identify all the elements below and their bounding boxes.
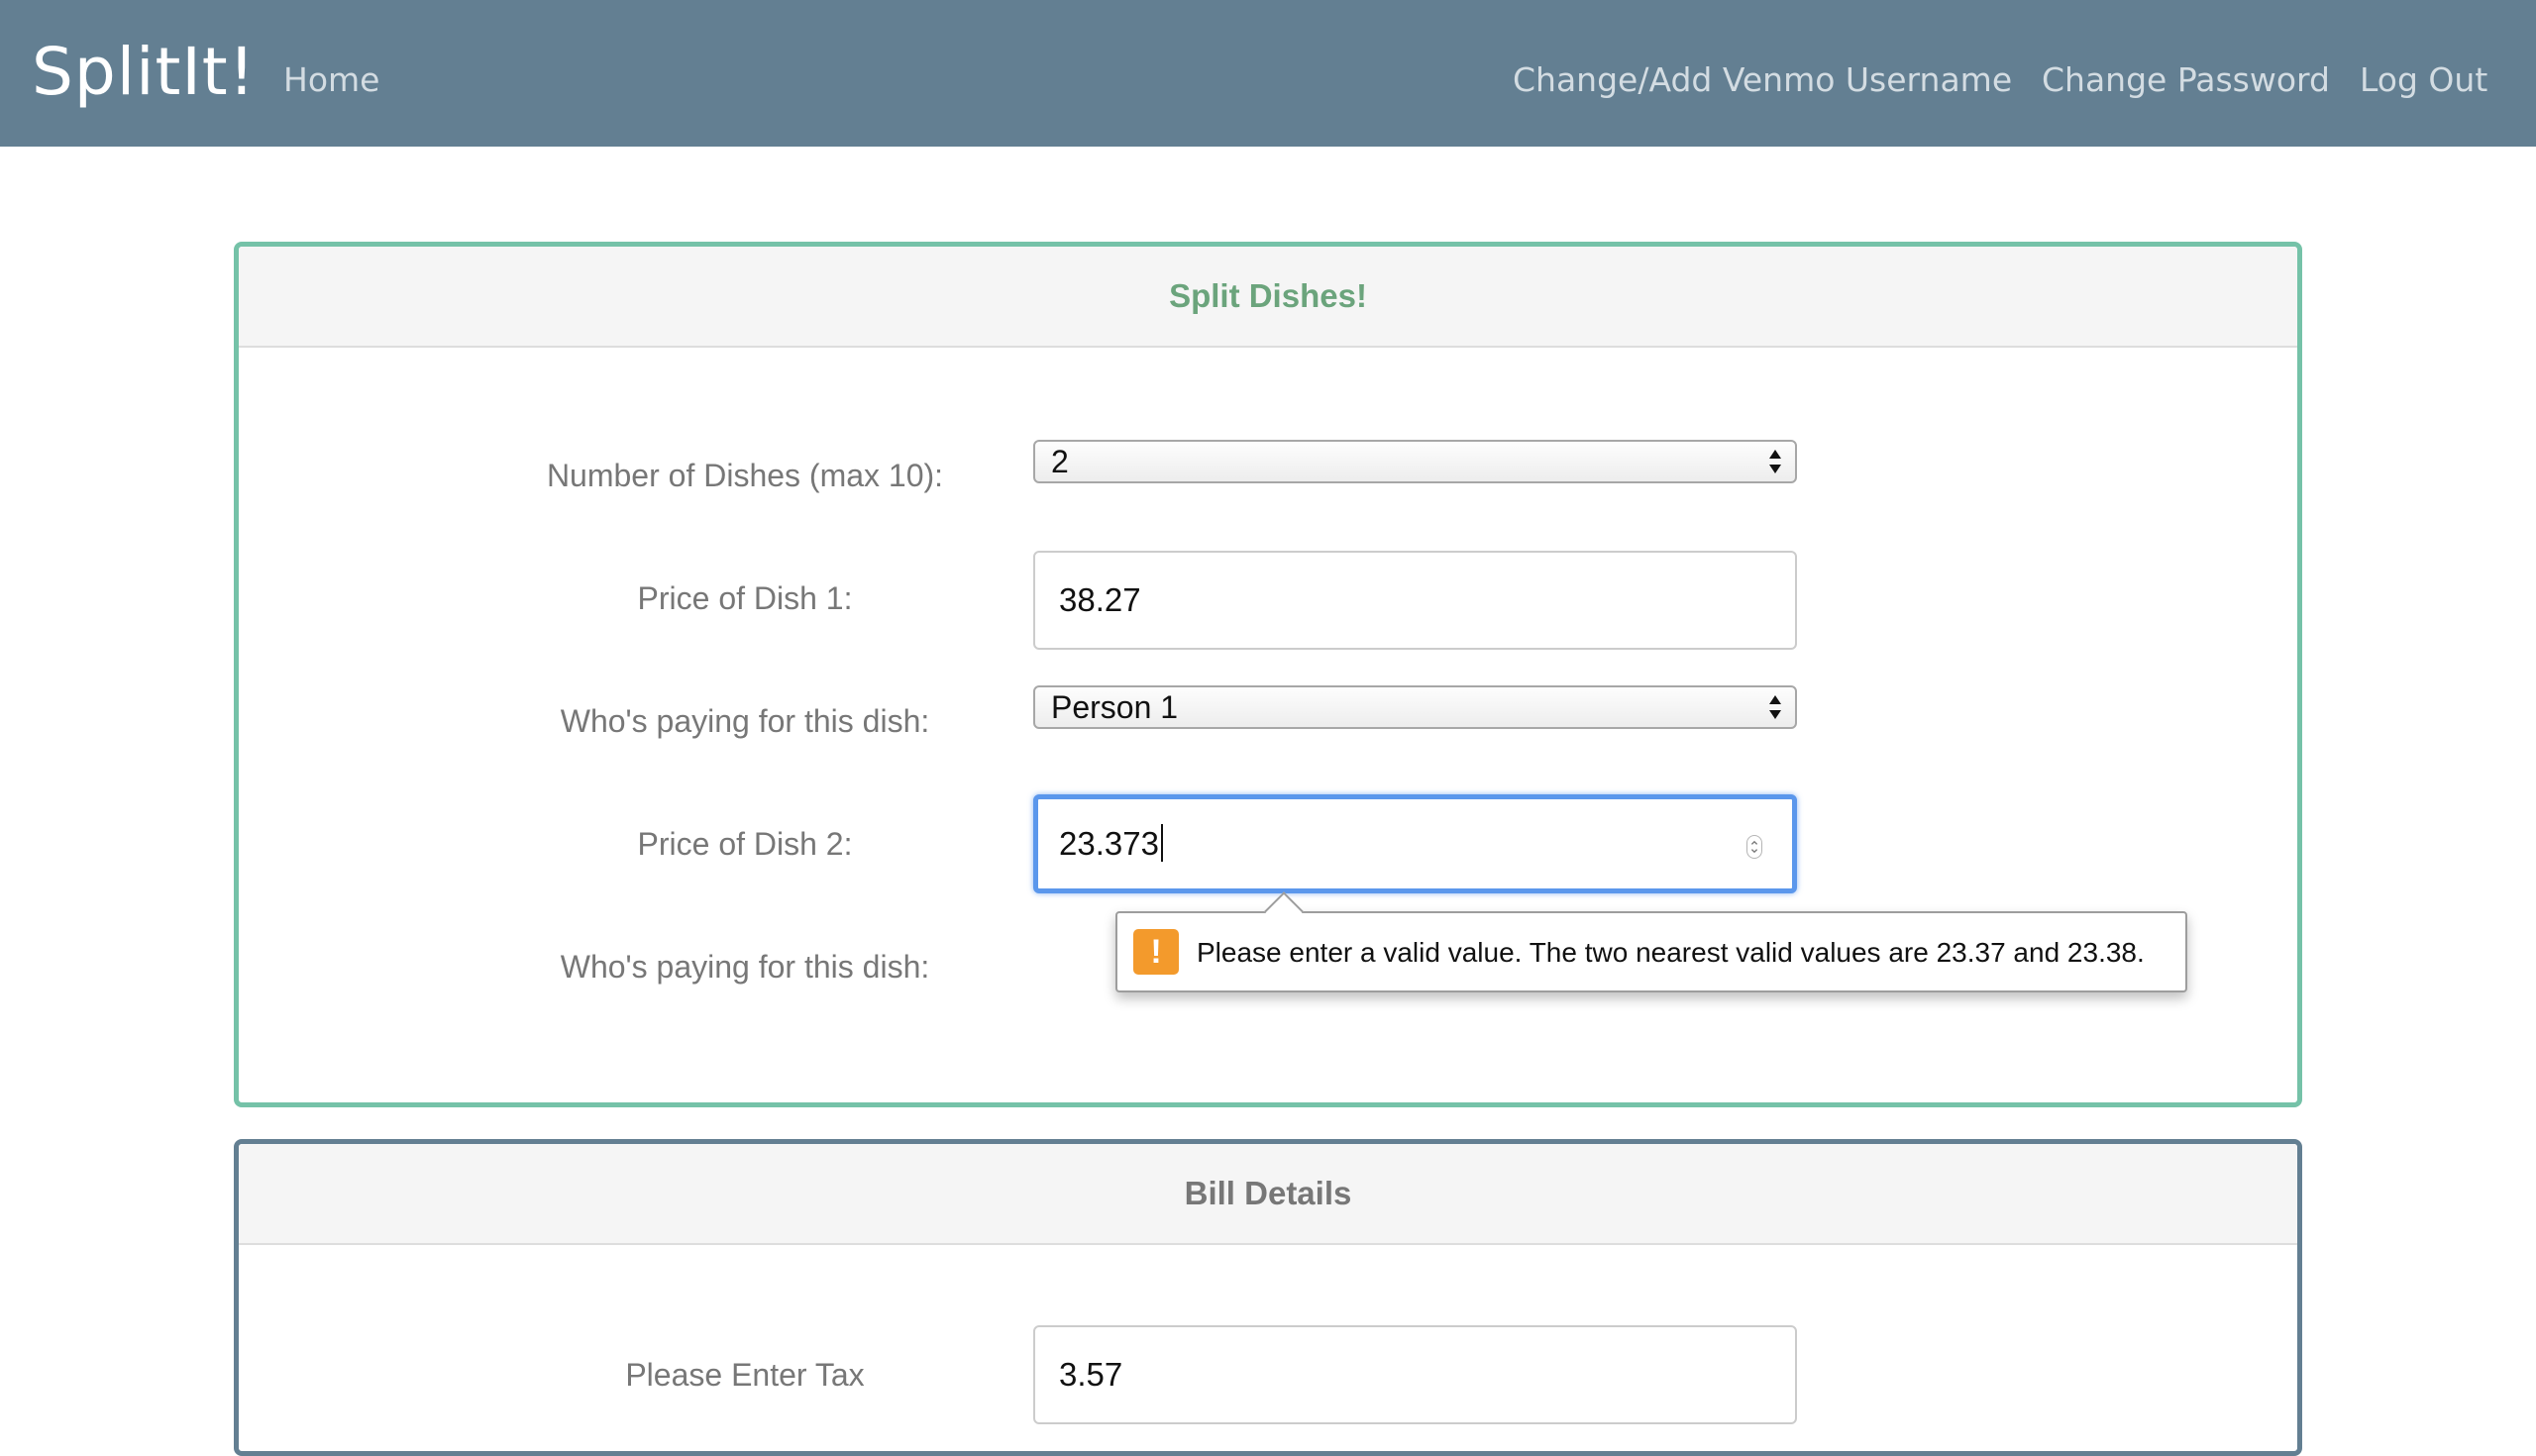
nav-logout-link[interactable]: Log Out — [2360, 0, 2487, 147]
split-dishes-title: Split Dishes! — [239, 247, 2297, 348]
bill-details-title: Bill Details — [239, 1144, 2297, 1245]
text-caret — [1160, 824, 1163, 863]
nav-venmo-link[interactable]: Change/Add Venmo Username — [1513, 0, 2012, 147]
nav-change-password-link[interactable]: Change Password — [2042, 0, 2330, 147]
navbar: SplitIt! Home Change/Add Venmo Username … — [0, 0, 2536, 147]
dish1-price-value: 38.27 — [1059, 581, 1141, 618]
brand-logo[interactable]: SplitIt! — [32, 0, 256, 147]
validation-message: Please enter a valid value. The two near… — [1197, 937, 2145, 968]
nav-home-link[interactable]: Home — [283, 0, 379, 147]
dish2-price-input[interactable]: 23.373 — [1033, 794, 1797, 893]
warning-icon: ! — [1133, 929, 1179, 975]
number-spinner-icon[interactable] — [1746, 835, 1762, 859]
tax-value: 3.57 — [1059, 1356, 1123, 1393]
num-dishes-select[interactable]: 2 — [1033, 440, 1797, 483]
select-arrows-icon — [1769, 695, 1781, 719]
num-dishes-value: 2 — [1051, 444, 1069, 479]
dish1-payer-value: Person 1 — [1051, 689, 1179, 725]
tax-input[interactable]: 3.57 — [1033, 1325, 1797, 1424]
dish1-price-input[interactable]: 38.27 — [1033, 551, 1797, 650]
dish2-price-value: 23.373 — [1059, 825, 1159, 862]
select-arrows-icon — [1769, 450, 1781, 473]
dish1-payer-select[interactable]: Person 1 — [1033, 685, 1797, 729]
